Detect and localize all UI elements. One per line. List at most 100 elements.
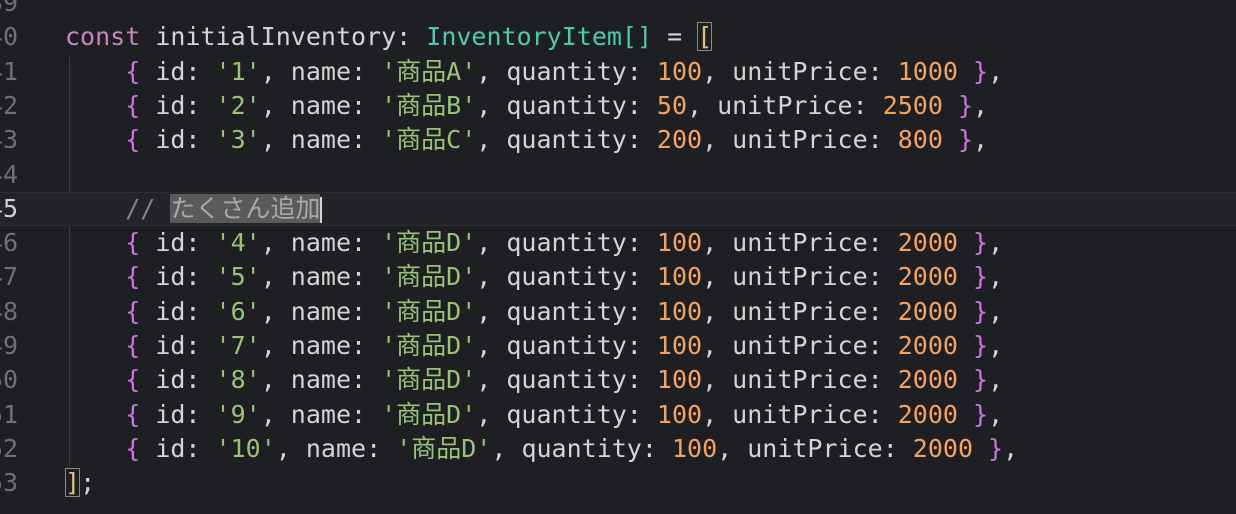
key-name: , name: [260, 56, 382, 86]
quantity-value: 100 [656, 228, 703, 258]
object-close-brace: } [973, 56, 989, 86]
unitprice-value: 2000 [912, 433, 974, 463]
key-name: , name: [260, 365, 382, 395]
type-annotation: InventoryItem[] [426, 22, 653, 52]
quantity-value: 100 [656, 56, 703, 86]
key-id: id: [140, 433, 216, 463]
line-code: { id: '8', name: '商品D', quantity: 100, u… [65, 363, 1003, 397]
key-quantity: , quantity: [476, 90, 657, 120]
unitprice-value: 2000 [897, 296, 958, 326]
code-line[interactable]: 39 [0, 0, 1236, 20]
id-value: '6' [215, 296, 261, 326]
unitprice-value: 1000 [897, 56, 958, 86]
line-code: { id: '10', name: '商品D', quantity: 100, … [65, 432, 1018, 466]
name-value: '商品D' [396, 433, 492, 463]
key-quantity: , quantity: [476, 262, 657, 292]
key-unitprice: , unitPrice: [702, 399, 898, 429]
code-line[interactable]: 45 // たくさん追加 [0, 191, 1236, 226]
unitprice-value: 800 [897, 125, 943, 155]
id-value: '10' [215, 433, 276, 463]
punct-colon: : [396, 22, 427, 52]
id-value: '5' [215, 262, 261, 292]
key-name: , name: [260, 262, 382, 292]
object-open-brace: { [125, 365, 141, 395]
id-value: '2' [215, 90, 261, 120]
object-open-brace: { [125, 296, 141, 326]
object-close-brace: } [973, 399, 989, 429]
assign-op: = [652, 22, 698, 52]
name-value: '商品D' [381, 228, 477, 258]
code-line[interactable]: 44 [0, 158, 1236, 192]
key-id: id: [140, 125, 216, 155]
key-quantity: , quantity: [476, 125, 657, 155]
line-number: 49 [0, 331, 19, 360]
line-number: 53 [0, 468, 19, 498]
comma: , [988, 399, 1004, 429]
name-value: '商品D' [381, 331, 477, 360]
line-number: 46 [0, 228, 19, 258]
quantity-value: 100 [656, 262, 703, 292]
close-bracket: ] [65, 468, 81, 498]
object-open-brace: { [125, 125, 141, 155]
code-line[interactable]: 42 { id: '2', name: '商品B', quantity: 50,… [0, 89, 1236, 123]
code-line[interactable]: 41 { id: '1', name: '商品A', quantity: 100… [0, 55, 1236, 89]
object-close-brace: } [973, 262, 989, 292]
text-caret [320, 196, 323, 223]
key-id: id: [140, 56, 216, 86]
comment-text: たくさん追加 [170, 193, 321, 223]
code-line[interactable]: 50 { id: '8', name: '商品D', quantity: 100… [0, 363, 1236, 397]
unitprice-value: 2000 [897, 399, 958, 429]
key-quantity: , quantity: [476, 331, 657, 360]
key-quantity: , quantity: [491, 433, 672, 463]
key-id: id: [140, 365, 216, 395]
key-id: id: [140, 399, 216, 429]
object-open-brace: { [125, 433, 141, 463]
key-unitprice: , unitPrice: [702, 262, 898, 292]
key-unitprice: , unitPrice: [687, 90, 883, 120]
code-line[interactable]: 49 { id: '7', name: '商品D', quantity: 100… [0, 329, 1236, 363]
line-number: 52 [0, 433, 19, 463]
key-name: , name: [275, 433, 397, 463]
name-value: '商品C' [381, 125, 477, 155]
key-name: , name: [260, 125, 382, 155]
quantity-value: 100 [656, 331, 703, 360]
code-line[interactable]: 46 { id: '4', name: '商品D', quantity: 100… [0, 226, 1236, 260]
name-value: '商品B' [381, 90, 477, 120]
code-line[interactable]: 51 { id: '9', name: '商品D', quantity: 100… [0, 398, 1236, 432]
object-close-brace: } [957, 125, 974, 155]
line-number: 43 [0, 125, 19, 155]
key-id: id: [140, 331, 216, 360]
key-name: , name: [260, 331, 382, 360]
comment-prefix: // [125, 193, 171, 223]
key-unitprice: , unitPrice: [702, 296, 898, 326]
object-close-brace: } [957, 90, 974, 120]
code-line[interactable]: 43 { id: '3', name: '商品C', quantity: 200… [0, 123, 1236, 157]
line-code: { id: '6', name: '商品D', quantity: 100, u… [65, 295, 1003, 329]
key-unitprice: , unitPrice: [717, 433, 913, 463]
quantity-value: 100 [656, 365, 703, 395]
line-code: ]; [65, 466, 95, 500]
code-editor[interactable]: 39 40 const initialInventory: InventoryIte… [0, 0, 1236, 514]
comma: , [973, 125, 989, 155]
quantity-value: 100 [656, 296, 703, 326]
code-line[interactable]: 52 { id: '10', name: '商品D', quantity: 10… [0, 432, 1236, 466]
code-line[interactable]: 40 const initialInventory: InventoryItem[… [0, 20, 1236, 54]
line-code: { id: '4', name: '商品D', quantity: 100, u… [65, 226, 1003, 260]
code-line[interactable]: 53]; [0, 466, 1236, 500]
object-open-brace: { [125, 56, 141, 86]
code-line[interactable]: 48 { id: '6', name: '商品D', quantity: 100… [0, 295, 1236, 329]
variable-name: initialInventory [155, 22, 397, 52]
line-number: 48 [0, 296, 19, 326]
line-number: 51 [0, 399, 19, 429]
name-value: '商品D' [381, 296, 477, 326]
key-id: id: [140, 262, 216, 292]
semicolon: ; [80, 468, 96, 498]
line-code: const initialInventory: InventoryItem[] … [65, 20, 713, 54]
open-bracket: [ [697, 22, 713, 52]
comma: , [1003, 433, 1019, 463]
object-close-brace: } [973, 228, 989, 258]
name-value: '商品D' [381, 365, 477, 395]
id-value: '9' [215, 399, 261, 429]
code-line[interactable]: 47 { id: '5', name: '商品D', quantity: 100… [0, 260, 1236, 294]
comma: , [988, 56, 1004, 86]
